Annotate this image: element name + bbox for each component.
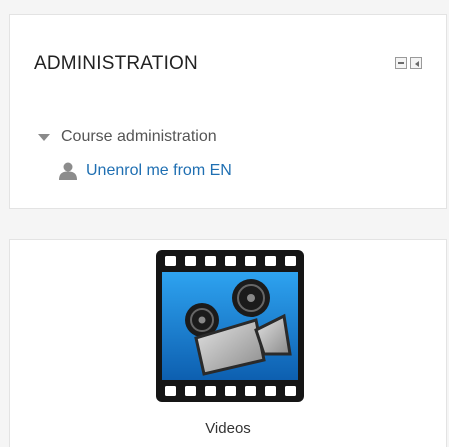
block-title: ADMINISTRATION [34,53,198,74]
videos-block: Videos [9,239,447,447]
caret-down-icon [38,133,50,141]
block-controls [395,57,422,69]
dock-left-icon[interactable] [410,57,422,69]
administration-block: ADMINISTRATION Course administration Une… [9,14,447,209]
course-administration-node[interactable]: Course administration [38,128,217,146]
user-icon [58,161,78,181]
minus-box-icon[interactable] [395,57,407,69]
course-administration-label: Course administration [61,128,217,145]
unenrol-label: Unenrol me from EN [86,162,232,179]
videos-label[interactable]: Videos [10,420,446,437]
film-camera-icon[interactable] [156,250,304,402]
unenrol-link[interactable]: Unenrol me from EN [58,161,232,181]
